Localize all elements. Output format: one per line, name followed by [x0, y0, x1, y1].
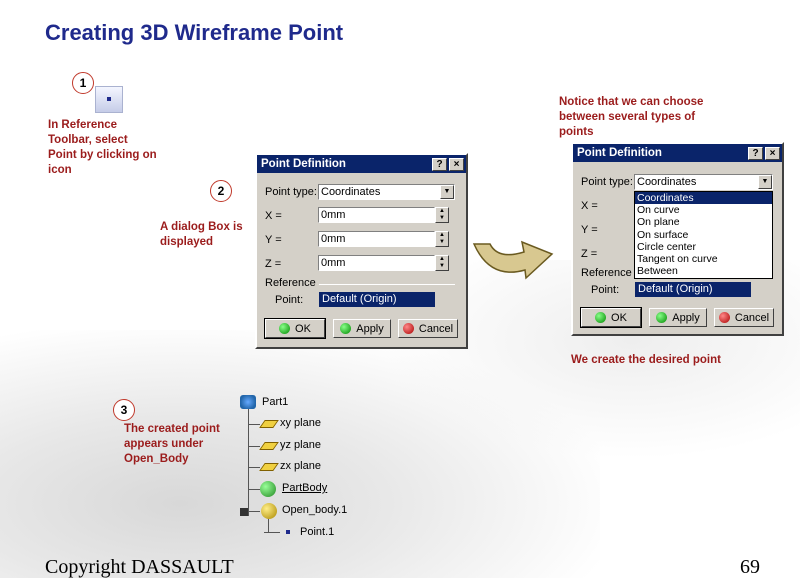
copyright-text: Copyright DASSAULT — [45, 556, 234, 578]
green-ball-icon — [279, 323, 291, 334]
red-ball-icon — [402, 323, 414, 334]
tree-node-point[interactable]: Point.1 — [300, 526, 334, 538]
red-ball-icon — [718, 312, 730, 323]
close-button[interactable]: × — [765, 146, 780, 160]
step-3-note: The created point appears under Open_Bod… — [124, 423, 220, 465]
x-label: X = — [581, 200, 598, 212]
y-spinner[interactable]: ▲ ▼ — [435, 231, 449, 247]
ok-button[interactable]: OK — [580, 307, 642, 328]
point-definition-dialog-expanded: Point Definition ? × Point type: Coordin… — [571, 142, 784, 336]
z-label: Z = — [265, 258, 282, 270]
tree-node-yz-plane[interactable]: yz plane — [280, 439, 321, 451]
point-type-label: Point type: — [265, 186, 317, 198]
create-note: We create the desired point — [571, 354, 721, 366]
help-button[interactable]: ? — [432, 157, 447, 171]
curved-arrow-icon — [472, 240, 554, 280]
z-label: Z = — [581, 248, 598, 260]
chevron-down-icon[interactable]: ▼ — [440, 185, 454, 199]
tree-node-open-body[interactable]: Open_body.1 — [282, 504, 347, 516]
tree-node-xy-plane[interactable]: xy plane — [280, 417, 321, 429]
point-type-option[interactable]: On curve — [635, 204, 772, 216]
point-label: Point: — [275, 294, 304, 306]
point-type-option[interactable]: Coordinates — [635, 192, 772, 205]
tree-connector — [264, 532, 280, 533]
y-field[interactable]: 0mm — [318, 231, 435, 247]
close-button[interactable]: × — [449, 157, 464, 171]
x-spinner[interactable]: ▲ ▼ — [435, 207, 449, 223]
point-type-value: Coordinates — [321, 186, 381, 198]
apply-button[interactable]: Apply — [333, 319, 391, 338]
partbody-icon — [260, 481, 276, 497]
chevron-down-icon[interactable]: ▼ — [758, 175, 772, 189]
y-label: Y = — [581, 224, 598, 236]
reference-label: Reference — [265, 277, 316, 289]
point-type-label: Point type: — [581, 176, 633, 188]
help-button[interactable]: ? — [748, 146, 763, 160]
point-reference-field[interactable]: Default (Origin) — [635, 282, 751, 297]
green-ball-icon — [340, 323, 352, 334]
tree-connector — [248, 489, 260, 490]
tree-connector — [248, 424, 260, 425]
step-2-note: A dialog Box is displayed — [160, 221, 243, 248]
point-type-value: Coordinates — [637, 176, 697, 188]
open-body-icon — [261, 503, 277, 519]
point-definition-dialog: Point Definition ? × Point type: Coordin… — [255, 153, 468, 349]
step-1-note: In Reference Toolbar, select Point by cl… — [48, 119, 157, 176]
notice-note: Notice that we can choose between severa… — [559, 96, 704, 138]
tree-node-part[interactable]: Part1 — [262, 396, 288, 408]
cancel-button[interactable]: Cancel — [714, 308, 774, 327]
dialog-titlebar: Point Definition ? × — [257, 155, 466, 173]
green-ball-icon — [595, 312, 607, 323]
point-type-option[interactable]: On plane — [635, 216, 772, 228]
slide-title: Creating 3D Wireframe Point — [45, 20, 344, 45]
tree-node-partbody[interactable]: PartBody — [282, 482, 327, 494]
reference-divider — [319, 284, 455, 285]
point-reference-field[interactable]: Default (Origin) — [319, 292, 435, 307]
ok-button[interactable]: OK — [264, 318, 326, 339]
cancel-button[interactable]: Cancel — [398, 319, 458, 338]
expand-toggle-icon[interactable] — [240, 508, 248, 516]
part-icon — [240, 395, 256, 409]
point-toolbar-icon[interactable] — [95, 86, 123, 113]
tree-node-zx-plane[interactable]: zx plane — [280, 460, 321, 472]
point-type-option[interactable]: Tangent on curve — [635, 253, 772, 265]
point-label: Point: — [591, 284, 620, 296]
step-2-badge: 2 — [210, 180, 232, 202]
point-type-combo[interactable]: Coordinates ▼ — [318, 184, 455, 200]
point-type-combo[interactable]: Coordinates ▼ — [634, 174, 773, 190]
tree-connector — [248, 467, 260, 468]
x-label: X = — [265, 210, 282, 222]
z-field[interactable]: 0mm — [318, 255, 435, 271]
dialog-titlebar: Point Definition ? × — [573, 144, 782, 162]
dialog-title: Point Definition — [577, 147, 662, 159]
point-icon — [286, 530, 290, 534]
point-type-dropdown-list: Coordinates On curve On plane On surface… — [634, 191, 773, 279]
y-label: Y = — [265, 234, 282, 246]
step-1-badge: 1 — [72, 72, 94, 94]
x-field[interactable]: 0mm — [318, 207, 435, 223]
point-type-option[interactable]: Circle center — [635, 241, 772, 253]
tree-connector — [248, 446, 260, 447]
apply-button[interactable]: Apply — [649, 308, 707, 327]
reference-label: Reference — [581, 267, 632, 279]
step-3-badge: 3 — [113, 399, 135, 421]
dialog-title: Point Definition — [261, 158, 346, 170]
point-type-option[interactable]: On surface — [635, 229, 772, 241]
green-ball-icon — [656, 312, 668, 323]
z-spinner[interactable]: ▲ ▼ — [435, 255, 449, 271]
point-type-option[interactable]: Between — [635, 265, 772, 277]
page-number: 69 — [740, 556, 760, 578]
